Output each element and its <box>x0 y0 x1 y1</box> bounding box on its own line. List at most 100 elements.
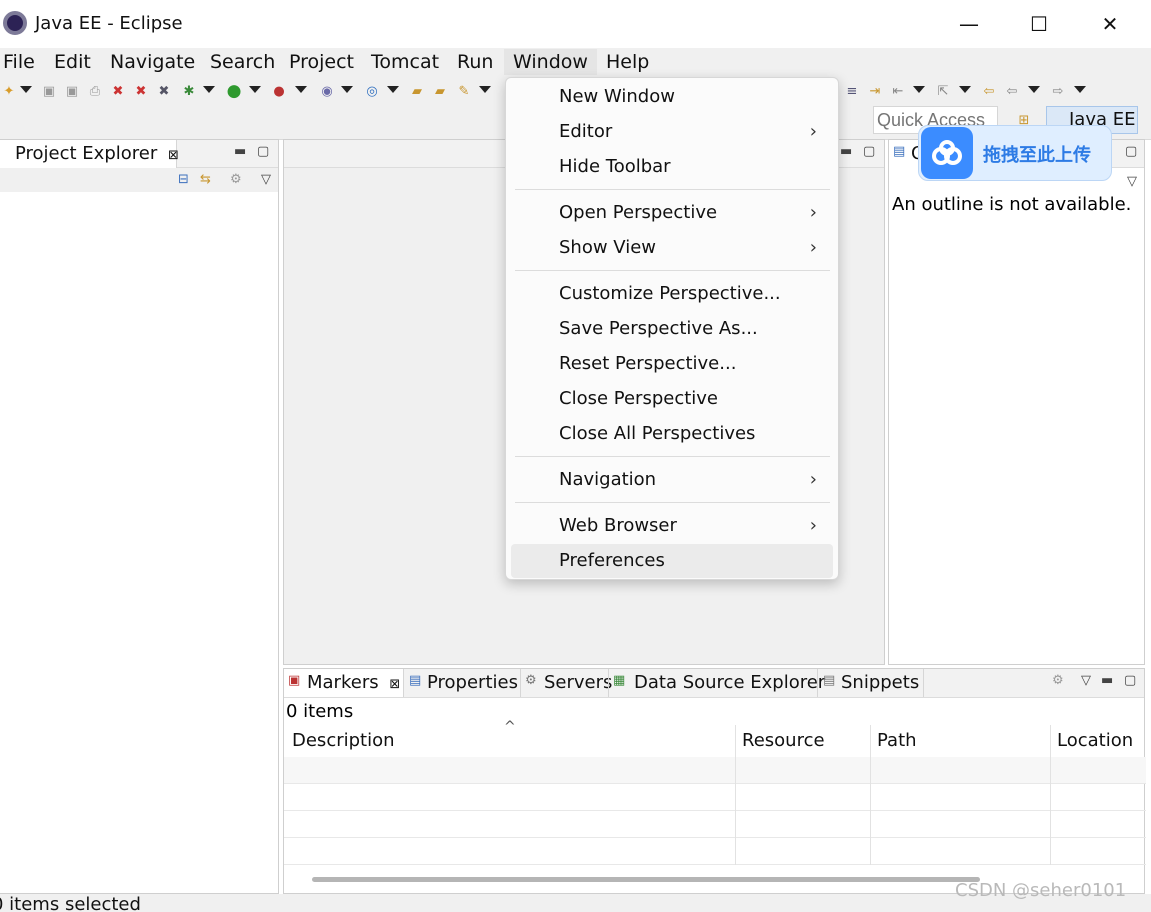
new-class-icon[interactable]: ◎ <box>363 82 381 100</box>
new-class-dropdown-icon[interactable] <box>387 86 399 93</box>
save-icon[interactable]: ▣ <box>40 82 58 100</box>
menu-item-label: Reset Perspective... <box>559 353 737 374</box>
close-button[interactable]: ✕ <box>1075 0 1145 48</box>
window-menu-dropdown: New Window Editor › Hide Toolbar Open Per… <box>505 77 839 580</box>
table-row <box>284 784 1146 811</box>
upload-drop-widget[interactable]: 拖拽至此上传 <box>918 125 1112 181</box>
chevron-right-icon: › <box>809 515 817 536</box>
new-server-icon[interactable]: ◉ <box>318 82 336 100</box>
skip-breakpoints-icon[interactable]: ✖ <box>109 82 127 100</box>
menu-item-new-window[interactable]: New Window <box>511 80 833 114</box>
menu-item-show-view[interactable]: Show View › <box>511 231 833 265</box>
menu-item-open-perspective[interactable]: Open Perspective › <box>511 196 833 230</box>
tab-properties-label: Properties <box>427 672 518 693</box>
status-text: 0 items selected <box>0 894 141 912</box>
toggle-breakpoint-icon[interactable]: ✖ <box>132 82 150 100</box>
outline-maximize-icon[interactable]: ▢ <box>1125 144 1137 159</box>
menu-search[interactable]: Search <box>210 49 275 75</box>
prev-annotation-icon[interactable]: ⇤ <box>889 82 907 100</box>
editor-maximize-icon[interactable]: ▢ <box>863 144 875 159</box>
external-tools-icon[interactable]: ● <box>270 82 288 100</box>
tab-project-explorer-label: Project Explorer <box>15 143 158 164</box>
terminate-icon[interactable]: ✖ <box>155 82 173 100</box>
markers-view-menu-icon[interactable]: ▽ <box>1081 673 1091 688</box>
menu-item-close-perspective[interactable]: Close Perspective <box>511 382 833 416</box>
menu-item-customize-perspective[interactable]: Customize Perspective... <box>511 277 833 311</box>
back-history-icon[interactable]: ⇦ <box>980 82 998 100</box>
outline-message: An outline is not available. <box>892 194 1132 215</box>
maximize-button[interactable]: ☐ <box>1004 0 1074 48</box>
menu-help[interactable]: Help <box>606 49 649 75</box>
menu-item-close-all-perspectives[interactable]: Close All Perspectives <box>511 417 833 451</box>
menu-run[interactable]: Run <box>457 49 493 75</box>
next-annotation-icon[interactable]: ⇥ <box>866 82 884 100</box>
markers-filter-icon[interactable]: ⚙ <box>1052 673 1064 688</box>
tab-markers-label: Markers <box>307 672 379 693</box>
chevron-right-icon: › <box>809 469 817 490</box>
filters-icon[interactable]: ⚙ <box>230 172 242 187</box>
project-explorer-toolbar: ⊟ ⇆ ⚙ ▽ <box>0 168 278 192</box>
forward-icon[interactable]: ⇨ <box>1049 82 1067 100</box>
menu-item-navigation[interactable]: Navigation › <box>511 463 833 497</box>
menu-tomcat[interactable]: Tomcat <box>371 49 439 75</box>
menu-item-preferences[interactable]: Preferences <box>511 544 833 578</box>
open-type-icon[interactable]: ▰ <box>408 82 426 100</box>
column-location[interactable]: Location <box>1049 725 1146 757</box>
annotation-dropdown-icon[interactable] <box>913 86 925 93</box>
external-tools-dropdown-icon[interactable] <box>295 86 307 93</box>
menu-item-web-browser[interactable]: Web Browser › <box>511 509 833 543</box>
last-edit-dropdown-icon[interactable] <box>959 86 971 93</box>
back-icon[interactable]: ⇦ <box>1003 82 1021 100</box>
menu-item-save-perspective-as[interactable]: Save Perspective As... <box>511 312 833 346</box>
view-menu-icon[interactable]: ▽ <box>261 172 271 187</box>
debug-icon[interactable]: ✱ <box>180 82 198 100</box>
new-server-dropdown-icon[interactable] <box>341 86 353 93</box>
collapse-all-icon[interactable]: ⊟ <box>178 172 189 187</box>
menu-file[interactable]: File <box>3 49 35 75</box>
tab-data-source-explorer[interactable]: Data Source Explorer <box>608 669 825 697</box>
menu-separator <box>515 456 830 457</box>
forward-dropdown-icon[interactable] <box>1074 86 1086 93</box>
open-task-icon[interactable]: ✎ <box>455 82 473 100</box>
run-dropdown-icon[interactable] <box>249 86 261 93</box>
minimize-icon[interactable]: ▬ <box>234 144 246 159</box>
last-edit-icon[interactable]: ⇱ <box>934 82 952 100</box>
menu-item-hide-toolbar[interactable]: Hide Toolbar <box>511 150 833 184</box>
tab-markers[interactable]: Markers ⊠ <box>284 669 404 697</box>
project-explorer-pane: Project Explorer ⊠ ▬ ▢ ⊟ ⇆ ⚙ ▽ <box>0 139 279 894</box>
outline-pane: O ▤ ▢ ▽ An outline is not available. <box>888 139 1145 665</box>
annotation-icon[interactable]: ≡ <box>843 82 861 100</box>
markers-minimize-icon[interactable]: ▬ <box>1101 673 1113 688</box>
open-task-dropdown-icon[interactable] <box>479 86 491 93</box>
print-icon[interactable]: ⎙ <box>86 82 104 100</box>
new-icon[interactable]: ✦ <box>0 82 18 100</box>
back-dropdown-icon[interactable] <box>1028 86 1040 93</box>
menu-navigate[interactable]: Navigate <box>110 49 195 75</box>
chevron-right-icon: › <box>809 121 817 142</box>
menu-item-reset-perspective[interactable]: Reset Perspective... <box>511 347 833 381</box>
markers-maximize-icon[interactable]: ▢ <box>1124 673 1136 688</box>
close-icon[interactable]: ⊠ <box>168 148 179 163</box>
column-path[interactable]: Path <box>869 725 1049 757</box>
menu-window[interactable]: Window <box>504 49 597 75</box>
horizontal-scrollbar[interactable] <box>312 877 980 882</box>
markers-close-icon[interactable]: ⊠ <box>389 677 400 692</box>
menu-project[interactable]: Project <box>289 49 354 75</box>
menu-item-label: Close Perspective <box>559 388 719 409</box>
link-with-editor-icon[interactable]: ⇆ <box>200 172 211 187</box>
menu-item-editor[interactable]: Editor › <box>511 115 833 149</box>
save-all-icon[interactable]: ▣ <box>63 82 81 100</box>
minimize-button[interactable]: — <box>934 0 1004 48</box>
tab-servers-label: Servers <box>544 672 613 693</box>
column-resource[interactable]: Resource <box>734 725 869 757</box>
new-dropdown-icon[interactable] <box>20 86 32 93</box>
debug-dropdown-icon[interactable] <box>203 86 215 93</box>
run-icon[interactable]: ● <box>225 81 243 101</box>
tab-properties[interactable]: Properties <box>408 669 518 697</box>
editor-minimize-icon[interactable]: ▬ <box>840 144 852 159</box>
menu-edit[interactable]: Edit <box>54 49 91 75</box>
outline-view-menu-icon[interactable]: ▽ <box>1127 174 1137 189</box>
tab-project-explorer[interactable]: Project Explorer ⊠ <box>0 140 179 168</box>
maximize-icon[interactable]: ▢ <box>257 144 269 159</box>
open-folder-icon[interactable]: ▰ <box>431 82 449 100</box>
